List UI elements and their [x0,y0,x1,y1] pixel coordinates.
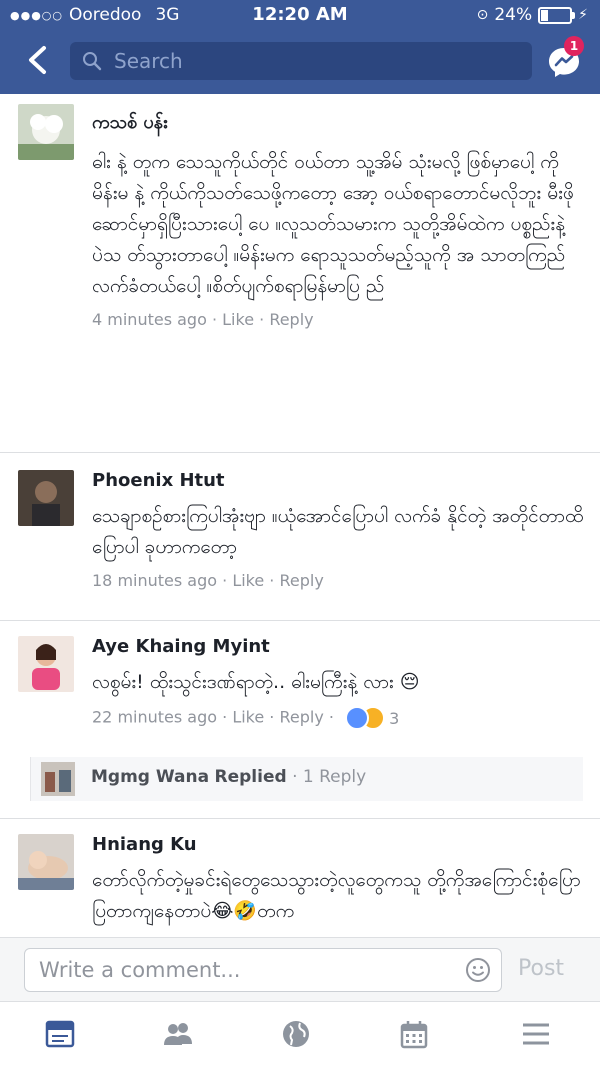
reply-action: Replied [214,767,287,787]
post-button[interactable]: Post [518,956,564,981]
globe-icon[interactable] [280,1018,312,1050]
rotation-lock-icon: ⊙ [476,7,489,23]
comment-text: တော်လိုက်တဲ့မှုခင်းရဲတွေသေသွားတဲ့လူတွေကသ… [92,869,581,922]
reply-link[interactable]: Reply [279,708,323,727]
comment-meta: 22 minutes ago · Like · Reply · 3 [92,706,587,730]
reply-count: · 1 Reply [292,767,367,787]
avatar[interactable] [18,636,74,692]
comment-time: 4 minutes ago [92,310,207,329]
battery-icon [538,6,576,24]
reaction-count: 3 [389,708,400,728]
search-bar[interactable] [70,42,532,80]
battery-percent: 24% [494,5,533,25]
like-link[interactable]: Like [232,571,264,590]
comment-author[interactable]: Hniang Ku [92,834,587,855]
calendar-icon[interactable] [398,1018,430,1050]
reply-link[interactable]: Reply [269,310,313,329]
status-bar: ●●●○○ Ooredoo 3G 12:20 AM ⊙ 24% ⚡ [0,0,600,30]
back-arrow-icon[interactable] [20,42,56,78]
messenger-badge: 1 [564,36,584,56]
comment-author[interactable]: ကသစ် ပန်း [92,110,587,137]
news-feed-icon[interactable] [44,1018,76,1050]
comment-author[interactable]: Phoenix Htut [92,470,587,491]
divider [0,452,600,453]
reply-link[interactable]: Reply [279,571,323,590]
avatar[interactable] [18,104,74,160]
comment-text: လစွမ်း! ထိုးသွင်းဒဏ်ရာတဲ့.. ဓါးမကြီးနဲ့ … [92,671,420,693]
comment-text: သေချာစဥ်စားကြပါအုံးဗျာ ။ယုံအောင်ပြောပါ လ… [92,505,584,558]
bottom-tab-bar [0,1001,600,1066]
comment-meta: 4 minutes ago · Like · Reply [92,310,314,329]
avatar[interactable] [18,470,74,526]
comment-meta: 18 minutes ago · Like · Reply [92,571,324,590]
replies-summary[interactable]: Mgmg Wana Replied · 1 Reply [30,757,583,801]
search-input[interactable] [112,48,516,74]
like-link[interactable]: Like [232,708,264,727]
emoji-icon[interactable] [465,957,491,983]
divider [0,620,600,621]
comment-author[interactable]: Aye Khaing Myint [92,636,587,657]
comment-time: 18 minutes ago [92,571,218,590]
search-icon [83,52,102,71]
reaction-summary[interactable]: 3 [345,706,399,730]
reply-author: Mgmg Wana [91,767,210,787]
comment-field[interactable] [24,948,502,992]
like-link[interactable]: Like [222,310,254,329]
comment-composer: Post [0,937,600,1002]
like-reaction-icon [345,706,370,730]
friends-icon[interactable] [162,1018,194,1050]
comment-text: ဓါး နဲ့ တူက သေသူကိုယ်တိုင် ဝယ်တာ သူ့အိမ်… [92,151,574,297]
avatar[interactable] [18,834,74,890]
comment-time: 22 minutes ago [92,707,218,727]
avatar [41,762,75,796]
menu-icon[interactable] [520,1018,552,1050]
charging-icon: ⚡ [578,7,588,23]
divider [0,818,600,819]
comment-input[interactable] [37,957,461,983]
top-header: ●●●○○ Ooredoo 3G 12:20 AM ⊙ 24% ⚡ 1 [0,0,600,94]
